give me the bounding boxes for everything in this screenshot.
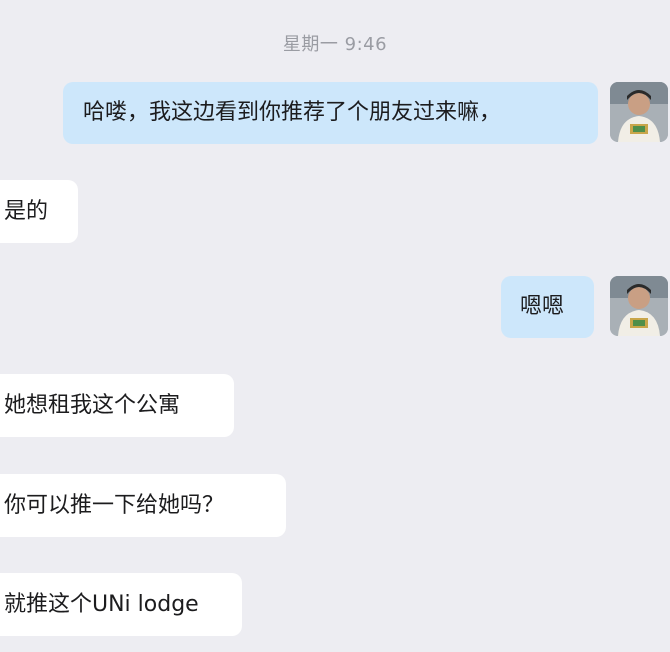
message-bubble-outgoing[interactable]: 哈喽，我这边看到你推荐了个朋友过来嘛， bbox=[63, 82, 598, 144]
message-text: 哈喽，我这边看到你推荐了个朋友过来嘛， bbox=[83, 100, 502, 125]
message-bubble-incoming[interactable]: 你可以推一下给她吗？ bbox=[0, 474, 286, 537]
message-text: 你可以推一下给她吗？ bbox=[4, 493, 225, 518]
message-text: 她想租我这个公寓 bbox=[4, 393, 181, 418]
user-photo-avatar-icon bbox=[610, 82, 668, 142]
message-timestamp: 星期一 9:46 bbox=[282, 34, 388, 55]
message-bubble-incoming[interactable]: 是的 bbox=[0, 180, 78, 243]
user-avatar[interactable] bbox=[610, 82, 668, 142]
user-avatar[interactable] bbox=[610, 276, 668, 336]
message-bubble-outgoing[interactable]: 嗯嗯 bbox=[501, 276, 594, 338]
message-text: 就推这个UNi lodge bbox=[4, 592, 199, 617]
user-photo-avatar-icon bbox=[610, 276, 668, 336]
message-text: 是的 bbox=[4, 199, 49, 224]
message-bubble-incoming[interactable]: 她想租我这个公寓 bbox=[0, 374, 234, 437]
message-text: 嗯嗯 bbox=[520, 294, 565, 319]
message-bubble-incoming[interactable]: 就推这个UNi lodge bbox=[0, 573, 242, 636]
chat-window: ⠀⠀⠀⠀⠀⠀⠀⠀⠀⠀⠀⠀⠀⠀⠀⠀⠀⠀⠀⠀⠀⠀ 星期一 9:46 哈喽，我这边看到… bbox=[0, 0, 670, 652]
